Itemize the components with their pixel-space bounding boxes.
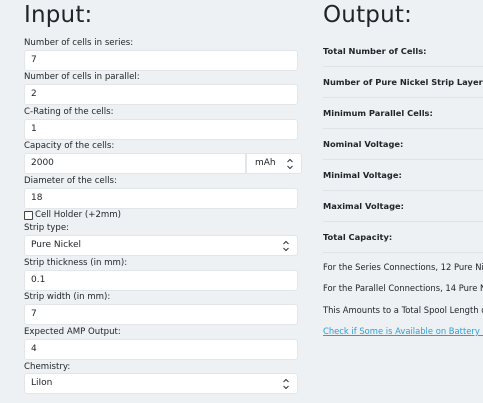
chevron-up-down-icon	[283, 378, 289, 390]
diameter-label: Diameter of the cells:	[24, 176, 117, 186]
cell-holder-checkbox-row[interactable]: Cell Holder (+2mm)	[24, 210, 121, 220]
series-cells-input[interactable]: 7	[24, 50, 298, 71]
strip-width-label: Strip width (in mm):	[24, 292, 111, 302]
output-heading: Output:	[323, 2, 413, 28]
chevron-up-down-icon	[287, 158, 293, 170]
input-heading: Input:	[24, 2, 93, 28]
c-rating-input[interactable]: 1	[24, 119, 298, 140]
capacity-input[interactable]: 2000	[24, 153, 246, 174]
amp-output-input[interactable]: 4	[24, 339, 298, 360]
divider	[323, 97, 483, 98]
total-capacity-label: Total Capacity:	[323, 232, 393, 242]
min-parallel-cells-label: Minimum Parallel Cells:	[323, 108, 433, 118]
strip-thickness-value: 0.1	[31, 275, 46, 285]
divider	[323, 66, 483, 67]
nominal-voltage-label: Nominal Voltage:	[323, 139, 404, 149]
maximal-voltage-label: Maximal Voltage:	[323, 201, 404, 211]
diameter-input[interactable]: 18	[24, 188, 298, 209]
chemistry-label: Chemistry:	[24, 362, 71, 372]
parallel-cells-input[interactable]: 2	[24, 84, 298, 105]
strip-thickness-label: Strip thickness (in mm):	[24, 258, 128, 268]
strip-type-select[interactable]: Pure Nickel	[24, 235, 298, 256]
divider	[323, 190, 483, 191]
parallel-cells-label: Number of cells in parallel:	[24, 72, 140, 82]
capacity-unit-select[interactable]: mAh	[246, 153, 302, 174]
parallel-cells-value: 2	[31, 89, 37, 99]
divider	[323, 128, 483, 129]
diameter-value: 18	[31, 193, 43, 203]
chemistry-value: LiIon	[31, 378, 53, 388]
series-cells-label: Number of cells in series:	[24, 38, 134, 48]
amp-output-label: Expected AMP Output:	[24, 327, 121, 337]
battery-market-link[interactable]: Check if Some is Available on Battery Ma	[323, 326, 483, 336]
strip-layers-label: Number of Pure Nickel Strip Layers:	[323, 77, 483, 87]
c-rating-value: 1	[31, 124, 37, 134]
strip-type-value: Pure Nickel	[31, 240, 81, 250]
strip-width-input[interactable]: 7	[24, 304, 298, 325]
divider	[323, 159, 483, 160]
capacity-label: Capacity of the cells:	[24, 141, 115, 151]
strip-width-value: 7	[31, 309, 37, 319]
capacity-value: 2000	[31, 158, 54, 168]
minimal-voltage-label: Minimal Voltage:	[323, 170, 402, 180]
divider	[323, 252, 483, 253]
strip-thickness-input[interactable]: 0.1	[24, 270, 298, 291]
total-cells-label: Total Number of Cells:	[323, 46, 427, 56]
chevron-up-down-icon	[283, 240, 289, 252]
series-cells-value: 7	[31, 55, 37, 65]
strip-type-label: Strip type:	[24, 223, 70, 233]
chemistry-select[interactable]: LiIon	[24, 373, 298, 394]
divider	[323, 221, 483, 222]
c-rating-label: C-Rating of the cells:	[24, 107, 114, 117]
spool-length-text: This Amounts to a Total Spool Length of	[323, 305, 483, 315]
parallel-connections-text: For the Parallel Connections, 14 Pure Ni…	[323, 283, 483, 293]
capacity-unit-value: mAh	[255, 158, 276, 168]
series-connections-text: For the Series Connections, 12 Pure Nick	[323, 262, 483, 272]
amp-output-value: 4	[31, 344, 37, 354]
cell-holder-label: Cell Holder (+2mm)	[35, 210, 122, 220]
cell-holder-checkbox[interactable]	[24, 210, 33, 220]
